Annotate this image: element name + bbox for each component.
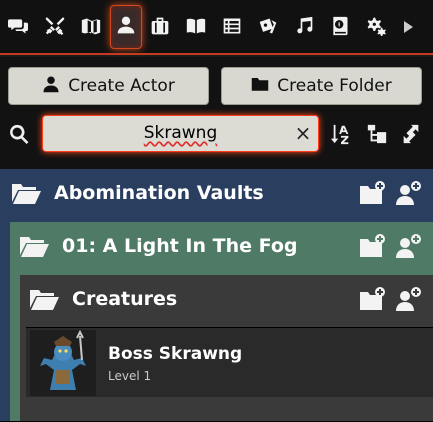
search-input[interactable]: Skrawng × [42, 115, 319, 152]
settings-gears-icon [366, 16, 386, 40]
folder-name: Abomination Vaults [54, 182, 264, 204]
compendium-globe-book-icon [330, 16, 350, 40]
create-actor-button[interactable]: Create Actor [8, 67, 209, 105]
tab-tables[interactable] [218, 8, 246, 48]
combat-swords-icon [45, 16, 65, 40]
create-folder-button[interactable]: Create Folder [221, 67, 422, 105]
folder-name: Creatures [72, 288, 178, 310]
folder-icon [251, 75, 277, 98]
actor-row-boss-skrawng[interactable]: Boss Skrawng Level 1 [26, 327, 433, 397]
create-subfolder-icon[interactable] [359, 180, 385, 206]
search-icon [8, 123, 30, 145]
folder-open-icon [29, 287, 59, 311]
folder-name: 01: A Light In The Fog [62, 235, 298, 257]
journal-book-icon [186, 16, 206, 40]
music-icon [294, 16, 314, 40]
create-actor-label: Create Actor [68, 76, 175, 96]
search-row: Skrawng × [0, 115, 433, 155]
create-actor-in-folder-icon[interactable] [395, 233, 421, 259]
sort-icon[interactable] [330, 123, 354, 145]
tab-cards[interactable] [254, 8, 282, 48]
actor-user-icon [116, 15, 136, 39]
tab-combat[interactable] [41, 8, 69, 48]
create-subfolder-icon[interactable] [359, 286, 385, 312]
tab-collapse[interactable] [398, 8, 418, 48]
sidebar-tab-bar [0, 0, 433, 55]
folder-header[interactable]: Creatures [20, 275, 433, 327]
tab-chat[interactable] [4, 8, 32, 48]
user-icon [42, 75, 68, 98]
actor-portrait [30, 329, 96, 396]
chat-icon [8, 16, 28, 40]
tab-items[interactable] [146, 8, 174, 48]
create-subfolder-icon[interactable] [359, 233, 385, 259]
tab-journal[interactable] [182, 8, 210, 48]
map-icon [81, 16, 101, 40]
tab-settings[interactable] [362, 8, 390, 48]
sync-icon[interactable] [400, 123, 424, 145]
cards-icon [258, 16, 278, 40]
tables-list-icon [222, 16, 242, 40]
collapse-folders-icon[interactable] [366, 123, 390, 145]
clear-search-icon[interactable]: × [294, 123, 312, 143]
actor-name: Boss Skrawng [108, 344, 243, 364]
search-input-value: Skrawng [143, 123, 218, 143]
tab-scenes[interactable] [77, 8, 105, 48]
folder-header[interactable]: 01: A Light In The Fog [10, 222, 433, 270]
create-folder-label: Create Folder [277, 76, 392, 96]
create-actor-in-folder-icon[interactable] [395, 286, 421, 312]
folder-open-icon [11, 181, 41, 205]
expand-arrow-icon [402, 19, 414, 38]
tab-compendium[interactable] [326, 8, 354, 48]
create-actor-in-folder-icon[interactable] [395, 180, 421, 206]
tab-actors[interactable] [110, 5, 142, 49]
actor-level: Level 1 [108, 369, 152, 383]
tab-playlists[interactable] [290, 8, 318, 48]
items-suitcase-icon [150, 16, 170, 40]
folder-open-icon [19, 234, 49, 258]
folder-header[interactable]: Abomination Vaults [0, 169, 433, 217]
